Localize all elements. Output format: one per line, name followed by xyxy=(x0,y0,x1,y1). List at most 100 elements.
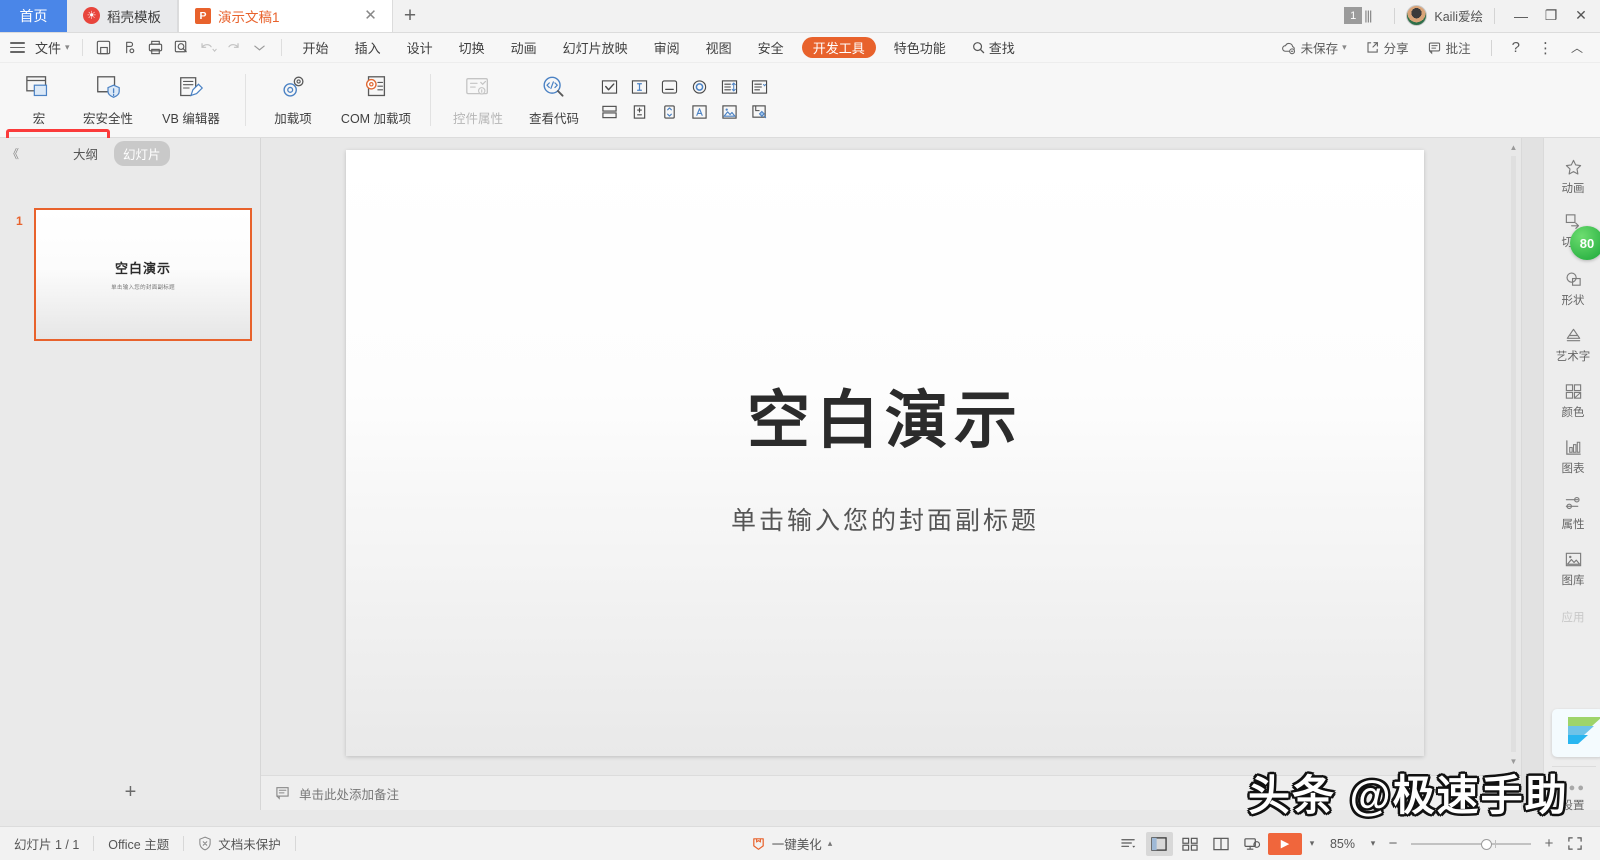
menu-item-slideshow[interactable]: 幻灯片放映 xyxy=(550,33,641,63)
sidebar-item-animation[interactable]: 动画 xyxy=(1548,154,1598,200)
option-button-icon[interactable] xyxy=(686,76,712,98)
print-preview-icon[interactable] xyxy=(117,37,143,59)
green-app-icon[interactable] xyxy=(1552,709,1600,757)
slide-editor[interactable]: 空白演示 单击输入您的封面副标题 xyxy=(346,150,1424,756)
save-icon[interactable] xyxy=(91,37,117,59)
presenter-view-icon[interactable] xyxy=(1239,832,1266,856)
tab-close-icon[interactable]: ✕ xyxy=(363,8,378,23)
tab-slides[interactable]: 幻灯片 xyxy=(114,141,170,166)
menu-item-start[interactable]: 开始 xyxy=(290,33,342,63)
sidebar-item-color[interactable]: 颜色 xyxy=(1548,378,1598,424)
zoom-slider-handle[interactable] xyxy=(1481,839,1492,850)
slide-thumbnail-1[interactable]: 空白演示 单击输入您的封面副标题 xyxy=(34,208,252,341)
more-options-button[interactable]: ⋮ xyxy=(1529,33,1562,63)
zoom-slider-track[interactable] xyxy=(1411,843,1531,845)
share-button[interactable]: 分享 xyxy=(1356,33,1418,63)
customize-quick-access-icon[interactable] xyxy=(247,37,273,59)
slideshow-options-caret[interactable]: ▾ xyxy=(1302,838,1322,849)
menu-item-view[interactable]: 视图 xyxy=(693,33,745,63)
minimize-button[interactable]: — xyxy=(1506,0,1536,32)
help-button[interactable]: ? xyxy=(1503,33,1529,63)
sidebar-item-gallery[interactable]: 图库 xyxy=(1548,546,1598,592)
print-icon[interactable] xyxy=(143,37,169,59)
start-slideshow-button[interactable]: ▶ xyxy=(1268,833,1302,855)
menu-item-search[interactable]: 查找 xyxy=(959,33,1028,63)
cloud-unsaved-button[interactable]: 未保存 ▾ xyxy=(1272,33,1356,63)
checkbox-control-icon[interactable] xyxy=(596,76,622,98)
vertical-scrollbar[interactable]: ▲ ▼ xyxy=(1508,142,1519,767)
zoom-in-button[interactable]: + xyxy=(1539,835,1559,852)
tab-list-icon[interactable]: ||| xyxy=(1364,8,1371,23)
zoom-dropdown-caret[interactable]: ▾ xyxy=(1363,838,1383,849)
menu-item-review[interactable]: 审阅 xyxy=(641,33,693,63)
fit-to-window-icon[interactable] xyxy=(1561,832,1588,856)
listbox-control-icon[interactable] xyxy=(716,76,742,98)
sidebar-item-settings[interactable]: ●●● 设置 xyxy=(1548,774,1598,820)
sidebar-item-chart[interactable]: 图表 xyxy=(1548,434,1598,480)
scrollbar-track[interactable] xyxy=(1511,156,1516,752)
scrollbar-control-icon[interactable] xyxy=(656,101,682,123)
protection-status[interactable]: 文档未保护 xyxy=(184,834,295,853)
tab-presentation1[interactable]: P 演示文稿1 ✕ xyxy=(178,0,393,32)
sidebar-item-wordart[interactable]: 艺术字 xyxy=(1548,322,1598,368)
label-control-icon[interactable] xyxy=(686,101,712,123)
comment-button[interactable]: 批注 xyxy=(1418,33,1480,63)
collapse-ribbon-button[interactable]: ︿ xyxy=(1562,33,1592,63)
zoom-out-button[interactable]: − xyxy=(1383,835,1403,852)
textbox-control-icon[interactable] xyxy=(626,76,652,98)
file-menu-button[interactable]: 文件 ▾ xyxy=(10,33,74,63)
command-button-icon[interactable] xyxy=(656,76,682,98)
collapse-panel-icon[interactable]: 《 xyxy=(0,145,26,162)
addin-button[interactable]: 加载项 xyxy=(255,66,331,134)
macro-security-button[interactable]: 宏安全性 xyxy=(70,66,146,134)
view-code-button[interactable]: 查看代码 xyxy=(516,66,592,134)
scroll-up-icon[interactable]: ▲ xyxy=(1508,142,1519,154)
normal-view-icon[interactable] xyxy=(1146,832,1173,856)
undo-icon[interactable] xyxy=(195,37,221,59)
slide-title[interactable]: 空白演示 xyxy=(747,370,1023,461)
vb-editor-button[interactable]: VB 编辑器 xyxy=(146,66,236,134)
toggle-button-icon[interactable] xyxy=(596,101,622,123)
macro-button[interactable]: 宏 xyxy=(8,66,70,134)
spin-button-icon[interactable] xyxy=(626,101,652,123)
sidebar-item-shape[interactable]: 形状 xyxy=(1548,266,1598,312)
avatar[interactable] xyxy=(1406,5,1427,26)
zoom-level-label[interactable]: 85% xyxy=(1330,837,1355,851)
menu-item-security[interactable]: 安全 xyxy=(745,33,797,63)
tab-docer-template[interactable]: ☀ 稻壳模板 xyxy=(67,0,178,32)
more-controls-icon[interactable] xyxy=(746,101,772,123)
reading-view-icon[interactable] xyxy=(1208,832,1235,856)
slide-count-label[interactable]: 幻灯片 1 / 1 xyxy=(14,834,93,853)
transition-badge[interactable]: 80 xyxy=(1570,226,1600,260)
redo-icon[interactable] xyxy=(221,37,247,59)
divider xyxy=(295,836,296,851)
combobox-control-icon[interactable] xyxy=(746,76,772,98)
sidebar-item-app[interactable]: 应用 xyxy=(1548,594,1598,640)
zoom-slider[interactable] xyxy=(1411,837,1531,851)
tab-count-badge[interactable]: 1 xyxy=(1344,7,1362,24)
slide-subtitle[interactable]: 单击输入您的封面副标题 xyxy=(731,501,1039,537)
new-tab-button[interactable]: + xyxy=(393,0,427,32)
add-slide-button[interactable]: + xyxy=(0,774,261,810)
menu-item-design[interactable]: 设计 xyxy=(394,33,446,63)
slide-sorter-icon[interactable] xyxy=(1177,832,1204,856)
menu-item-insert[interactable]: 插入 xyxy=(342,33,394,63)
beautify-button[interactable]: 一键美化 ▴ xyxy=(751,834,847,853)
find-icon[interactable] xyxy=(169,37,195,59)
menu-item-transition[interactable]: 切换 xyxy=(446,33,498,63)
tab-home[interactable]: 首页 xyxy=(0,0,67,32)
reading-list-icon[interactable] xyxy=(1115,832,1142,856)
sidebar-item-properties[interactable]: 属性 xyxy=(1548,490,1598,536)
notes-pane[interactable]: 单击此处添加备注 xyxy=(261,775,1521,810)
close-window-button[interactable]: ✕ xyxy=(1566,0,1596,32)
com-addin-button[interactable]: COM 加载项 xyxy=(331,66,421,134)
image-control-icon[interactable] xyxy=(716,101,742,123)
scroll-down-icon[interactable]: ▼ xyxy=(1508,756,1519,768)
restore-button[interactable]: ❐ xyxy=(1536,0,1566,32)
theme-label[interactable]: Office 主题 xyxy=(94,834,183,853)
menu-item-features[interactable]: 特色功能 xyxy=(881,33,959,63)
tab-outline[interactable]: 大纲 xyxy=(64,141,107,166)
menu-item-developer-tools[interactable]: 开发工具 xyxy=(802,37,876,58)
menu-item-animation[interactable]: 动画 xyxy=(498,33,550,63)
control-properties-button[interactable]: 控件属性 xyxy=(440,66,516,134)
